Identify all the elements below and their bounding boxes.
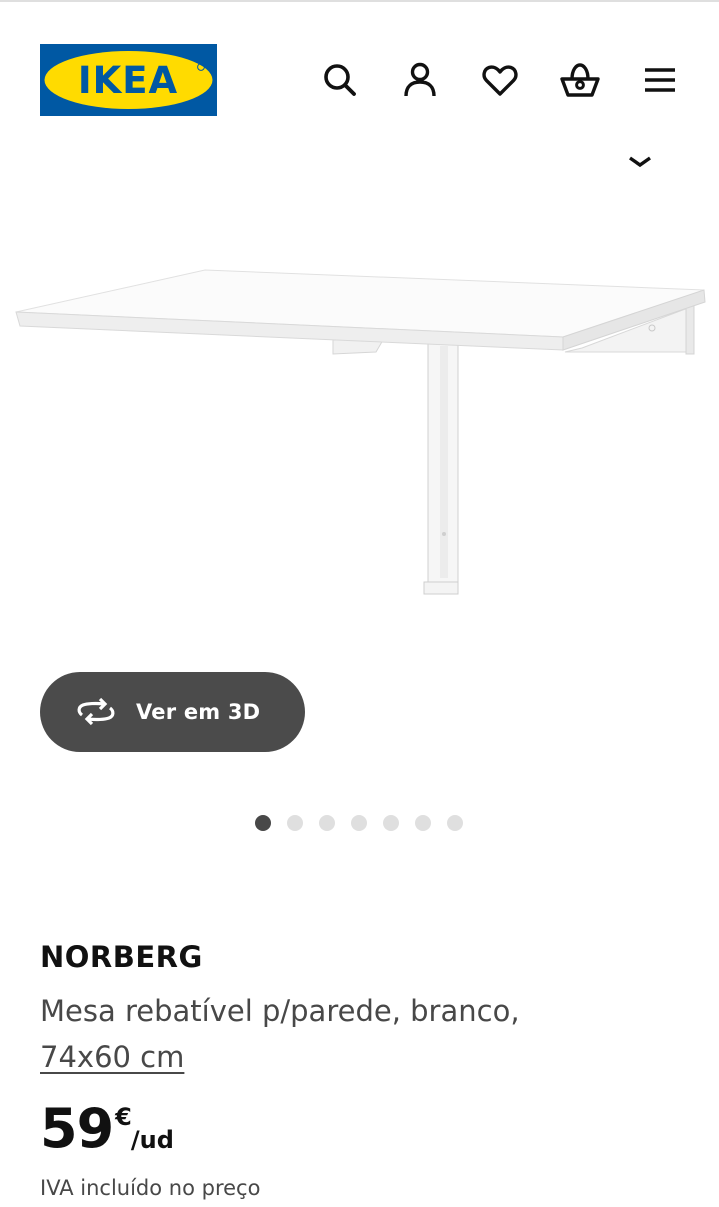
wishlist-button[interactable] bbox=[476, 56, 524, 104]
carousel-dot[interactable] bbox=[447, 815, 463, 831]
product-price: 59 € /ud bbox=[40, 1098, 174, 1160]
menu-button[interactable] bbox=[636, 56, 684, 104]
rotate-3d-icon bbox=[74, 695, 118, 729]
view-3d-button[interactable]: Ver em 3D bbox=[40, 672, 305, 752]
product-name: NORBERG bbox=[40, 940, 203, 974]
view-3d-label: Ver em 3D bbox=[136, 700, 261, 724]
product-size-link[interactable]: 74x60 cm bbox=[40, 1036, 184, 1078]
carousel-pagination bbox=[255, 815, 463, 833]
product-image[interactable] bbox=[0, 140, 719, 660]
vat-note: IVA incluído no preço bbox=[40, 1176, 261, 1200]
user-icon bbox=[404, 62, 436, 97]
price-unit: /ud bbox=[130, 1126, 174, 1154]
carousel-dot[interactable] bbox=[351, 815, 367, 831]
basket-button[interactable] bbox=[556, 56, 604, 104]
carousel-dot[interactable] bbox=[415, 815, 431, 831]
carousel-dot[interactable] bbox=[255, 815, 271, 831]
carousel-dot[interactable] bbox=[319, 815, 335, 831]
top-divider bbox=[0, 0, 719, 2]
carousel-dot[interactable] bbox=[383, 815, 399, 831]
search-button[interactable] bbox=[316, 56, 364, 104]
search-icon bbox=[324, 64, 356, 96]
account-button[interactable] bbox=[396, 56, 444, 104]
ikea-logo[interactable]: IKEA bbox=[40, 44, 217, 116]
price-currency: € bbox=[115, 1103, 132, 1131]
heart-icon bbox=[482, 65, 518, 96]
price-integer: 59 bbox=[40, 1097, 114, 1160]
product-description: Mesa rebatível p/parede, branco, bbox=[40, 994, 520, 1028]
menu-icon bbox=[645, 68, 675, 92]
logo-wordmark: IKEA bbox=[78, 59, 178, 102]
carousel-dot[interactable] bbox=[287, 815, 303, 831]
basket-icon bbox=[560, 63, 600, 97]
